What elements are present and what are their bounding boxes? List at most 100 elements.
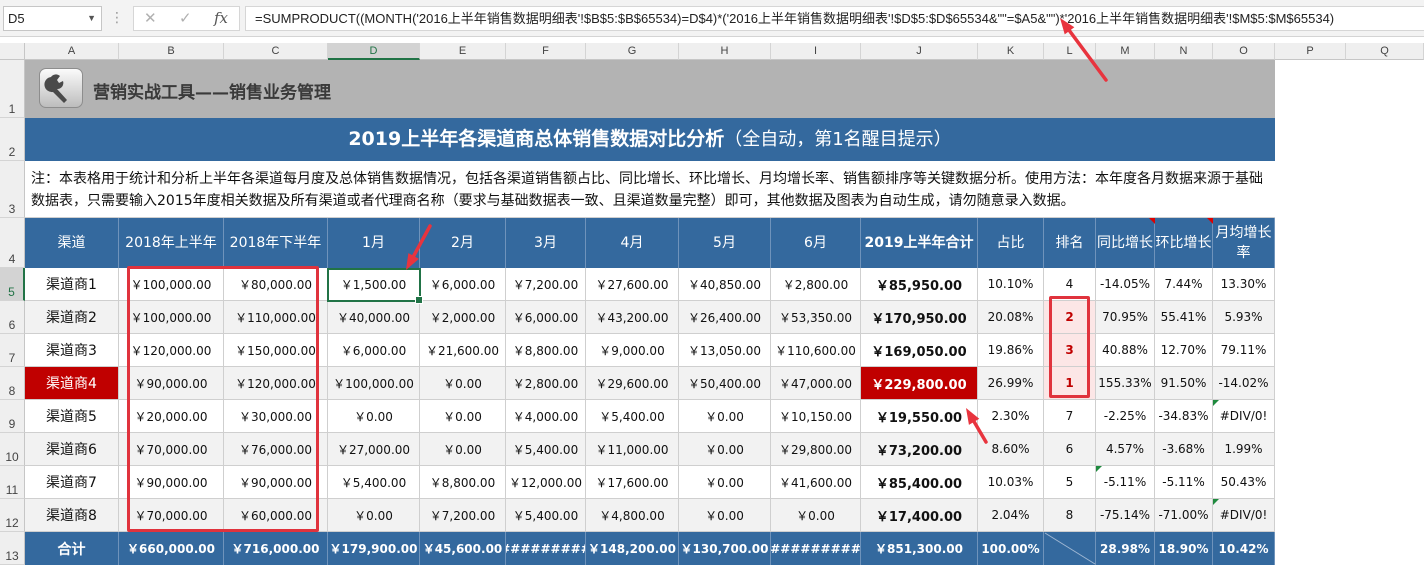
table-cell-total-2019[interactable]: ￥229,800.00 — [861, 367, 978, 400]
row-header-12[interactable]: 12 — [0, 499, 25, 532]
table-cell-h2-2018[interactable]: ￥150,000.00 — [224, 334, 328, 367]
table-cell-avg-growth[interactable]: 79.11% — [1213, 334, 1275, 367]
table-cell-avg-growth[interactable]: #DIV/0! — [1213, 400, 1275, 433]
table-cell-mom[interactable]: -34.83% — [1155, 400, 1213, 433]
table-cell-yoy[interactable]: -5.11% — [1096, 466, 1155, 499]
table-cell-h2-2018[interactable]: ￥30,000.00 — [224, 400, 328, 433]
table-cell-yoy[interactable]: -14.05% — [1096, 268, 1155, 301]
total-cell-feb[interactable]: ￥45,600.00 — [420, 532, 506, 565]
chevron-down-icon[interactable]: ▼ — [87, 7, 96, 30]
table-cell-mom[interactable]: -71.00% — [1155, 499, 1213, 532]
table-cell-total-2019[interactable]: ￥73,200.00 — [861, 433, 978, 466]
total-cell-mom[interactable]: 18.90% — [1155, 532, 1213, 565]
table-cell-mar[interactable]: ￥12,000.00 — [506, 466, 586, 499]
row-header-6[interactable]: 6 — [0, 301, 25, 334]
table-cell-total-2019[interactable]: ￥85,950.00 — [861, 268, 978, 301]
table-cell-jun[interactable]: ￥0.00 — [771, 499, 861, 532]
table-cell-jun[interactable]: ￥47,000.00 — [771, 367, 861, 400]
row-header-13[interactable]: 13 — [0, 532, 25, 565]
table-cell-mom[interactable]: 55.41% — [1155, 301, 1213, 334]
table-cell-mom[interactable]: 91.50% — [1155, 367, 1213, 400]
total-cell-may[interactable]: ￥130,700.00 — [679, 532, 771, 565]
total-cell-rank[interactable] — [1044, 532, 1096, 565]
column-header-j[interactable]: J — [861, 43, 978, 60]
total-cell-apr[interactable]: ￥148,200.00 — [586, 532, 679, 565]
column-header-d[interactable]: D — [328, 43, 420, 60]
table-cell-may[interactable]: ￥26,400.00 — [679, 301, 771, 334]
table-cell-yoy[interactable]: 40.88% — [1096, 334, 1155, 367]
table-cell-may[interactable]: ￥0.00 — [679, 466, 771, 499]
column-header-p[interactable]: P — [1275, 43, 1346, 60]
table-cell-total-2019[interactable]: ￥19,550.00 — [861, 400, 978, 433]
table-cell-jan[interactable]: ￥27,000.00 — [328, 433, 420, 466]
name-box[interactable]: D5 ▼ — [3, 6, 102, 31]
channel-name-cell[interactable]: 渠道商1 — [25, 268, 119, 301]
table-cell-may[interactable]: ￥0.00 — [679, 400, 771, 433]
column-header-k[interactable]: K — [978, 43, 1044, 60]
row-header-10[interactable]: 10 — [0, 433, 25, 466]
table-cell-jan[interactable]: ￥6,000.00 — [328, 334, 420, 367]
row-header-11[interactable]: 11 — [0, 466, 25, 499]
table-cell-share[interactable]: 26.99% — [978, 367, 1044, 400]
channel-name-cell[interactable]: 渠道商4 — [25, 367, 119, 400]
total-cell-mar[interactable]: ######### — [506, 532, 586, 565]
column-header-i[interactable]: I — [771, 43, 861, 60]
table-cell-share[interactable]: 10.03% — [978, 466, 1044, 499]
table-cell-avg-growth[interactable]: 13.30% — [1213, 268, 1275, 301]
table-cell-h2-2018[interactable]: ￥90,000.00 — [224, 466, 328, 499]
insert-function-icon[interactable]: fx — [214, 9, 228, 27]
table-cell-rank[interactable]: 5 — [1044, 466, 1096, 499]
table-cell-jan[interactable]: ￥0.00 — [328, 400, 420, 433]
table-cell-apr[interactable]: ￥9,000.00 — [586, 334, 679, 367]
table-cell-share[interactable]: 8.60% — [978, 433, 1044, 466]
total-cell-h2-2018[interactable]: ￥716,000.00 — [224, 532, 328, 565]
table-cell-may[interactable]: ￥0.00 — [679, 433, 771, 466]
table-cell-apr[interactable]: ￥5,400.00 — [586, 400, 679, 433]
column-header-f[interactable]: F — [506, 43, 586, 60]
table-cell-apr[interactable]: ￥4,800.00 — [586, 499, 679, 532]
channel-name-cell[interactable]: 渠道商6 — [25, 433, 119, 466]
column-header-o[interactable]: O — [1213, 43, 1275, 60]
row-header-3[interactable]: 3 — [0, 161, 25, 218]
column-header-e[interactable]: E — [420, 43, 506, 60]
table-cell-avg-growth[interactable]: 50.43% — [1213, 466, 1275, 499]
table-cell-yoy[interactable]: -75.14% — [1096, 499, 1155, 532]
table-cell-h2-2018[interactable]: ￥60,000.00 — [224, 499, 328, 532]
table-cell-share[interactable]: 2.30% — [978, 400, 1044, 433]
total-cell-avg-growth[interactable]: 10.42% — [1213, 532, 1275, 565]
more-options-icon[interactable]: ⋮ — [110, 10, 124, 26]
row-header-1[interactable]: 1 — [0, 60, 25, 118]
select-all-corner[interactable] — [0, 43, 25, 60]
formula-input[interactable]: =SUMPRODUCT((MONTH('2016上半年销售数据明细表'!$B$5… — [245, 6, 1424, 31]
table-cell-feb[interactable]: ￥21,600.00 — [420, 334, 506, 367]
table-cell-yoy[interactable]: 4.57% — [1096, 433, 1155, 466]
table-cell-rank[interactable]: 4 — [1044, 268, 1096, 301]
row-header-9[interactable]: 9 — [0, 400, 25, 433]
row-header-2[interactable]: 2 — [0, 118, 25, 161]
table-cell-may[interactable]: ￥40,850.00 — [679, 268, 771, 301]
table-cell-mar[interactable]: ￥7,200.00 — [506, 268, 586, 301]
table-cell-rank[interactable]: 8 — [1044, 499, 1096, 532]
table-cell-jun[interactable]: ￥53,350.00 — [771, 301, 861, 334]
table-cell-share[interactable]: 19.86% — [978, 334, 1044, 367]
table-cell-h1-2018[interactable]: ￥120,000.00 — [119, 334, 224, 367]
table-cell-apr[interactable]: ￥17,600.00 — [586, 466, 679, 499]
column-header-a[interactable]: A — [25, 43, 119, 60]
table-cell-mar[interactable]: ￥8,800.00 — [506, 334, 586, 367]
table-cell-jan[interactable]: ￥5,400.00 — [328, 466, 420, 499]
channel-name-cell[interactable]: 渠道商5 — [25, 400, 119, 433]
channel-name-cell[interactable]: 渠道商3 — [25, 334, 119, 367]
table-cell-h1-2018[interactable]: ￥20,000.00 — [119, 400, 224, 433]
table-cell-total-2019[interactable]: ￥85,400.00 — [861, 466, 978, 499]
table-cell-apr[interactable]: ￥11,000.00 — [586, 433, 679, 466]
table-cell-yoy[interactable]: 70.95% — [1096, 301, 1155, 334]
table-cell-avg-growth[interactable]: #DIV/0! — [1213, 499, 1275, 532]
total-cell-total-2019[interactable]: ￥851,300.00 — [861, 532, 978, 565]
column-header-q[interactable]: Q — [1346, 43, 1424, 60]
table-cell-may[interactable]: ￥0.00 — [679, 499, 771, 532]
table-cell-mom[interactable]: 12.70% — [1155, 334, 1213, 367]
table-cell-h1-2018[interactable]: ￥90,000.00 — [119, 466, 224, 499]
table-cell-yoy[interactable]: 155.33% — [1096, 367, 1155, 400]
table-cell-share[interactable]: 10.10% — [978, 268, 1044, 301]
table-cell-share[interactable]: 2.04% — [978, 499, 1044, 532]
